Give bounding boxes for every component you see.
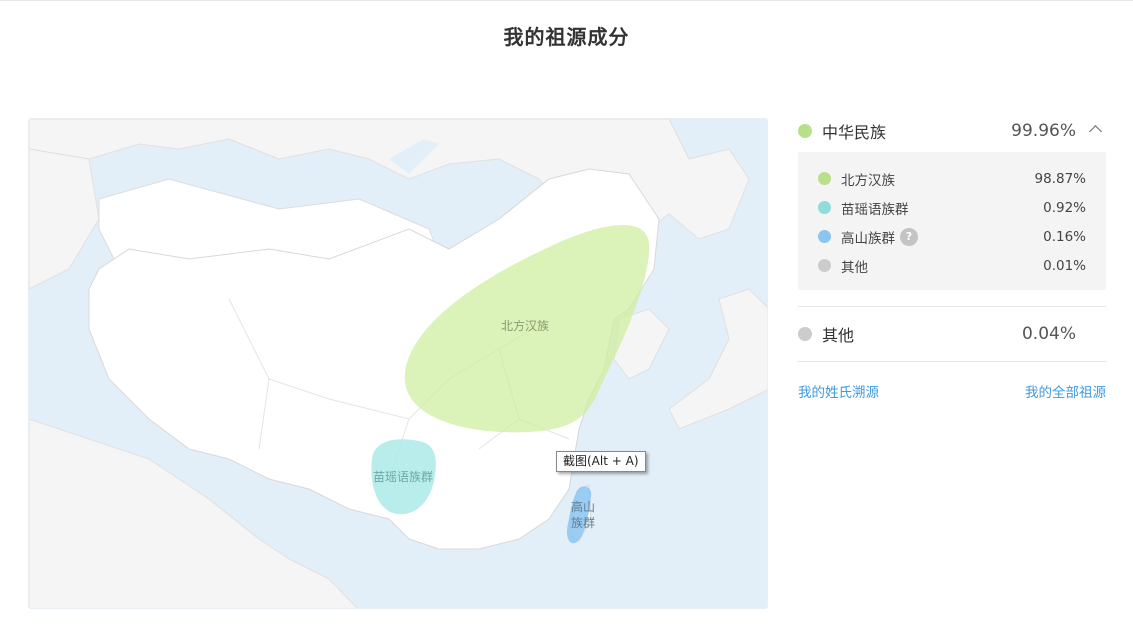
subgroup-color-dot [818,201,831,214]
subgroup-color-dot [818,172,831,185]
footer-links: 我的姓氏溯源 我的全部祖源 [798,362,1106,416]
group-color-dot [798,327,812,341]
subgroup-percent: 0.92% [1043,199,1086,216]
subgroup-name: 其他 [841,259,868,276]
list-item: 北方汉族 98.87% [818,164,1086,193]
subgroup-color-dot [818,259,831,272]
map-canvas: 北方汉族 苗瑶语族群 高山 族群 [29,119,767,608]
ancestry-panel: 中华民族 99.96% 北方汉族 98.87% 苗瑶语族群 0.92% 高山族群… [798,113,1106,416]
screenshot-tooltip: 截图(Alt + A) [556,451,646,472]
list-item: 高山族群 ? 0.16% [818,222,1086,251]
all-ancestry-link[interactable]: 我的全部祖源 [1025,381,1106,401]
region-label-gaoshan-2: 族群 [571,516,595,530]
page-title: 我的祖源成分 [503,25,630,49]
group-color-dot [798,124,812,138]
subgroup-name: 苗瑶语族群 [841,201,909,218]
list-item: 其他 0.01% [818,251,1086,280]
subgroup-percent: 0.16% [1043,228,1086,245]
region-label-gaoshan-1: 高山 [571,499,595,514]
group-percent: 99.96% [1011,121,1076,141]
group-name: 中华民族 [822,123,887,142]
chevron-up-icon[interactable] [1089,125,1102,138]
subgroup-list: 北方汉族 98.87% 苗瑶语族群 0.92% 高山族群 ? 0.16% 其他 … [798,152,1106,290]
subgroup-name: 北方汉族 [841,172,895,189]
group-percent: 0.04% [1021,324,1076,344]
group-row-chinese[interactable]: 中华民族 99.96% [798,113,1106,149]
subgroup-color-dot [818,230,831,243]
region-label-north-han: 北方汉族 [501,318,549,333]
group-name: 其他 [822,326,855,345]
ancestry-map: 北方汉族 苗瑶语族群 高山 族群 [28,118,768,609]
subgroup-percent: 0.01% [1043,257,1086,274]
group-row-other: 其他 0.04% [798,307,1106,361]
top-divider [0,0,1133,1]
subgroup-percent: 98.87% [1034,170,1086,187]
region-label-miao-yao: 苗瑶语族群 [373,470,433,484]
surname-origin-link[interactable]: 我的姓氏溯源 [798,381,879,401]
help-icon[interactable]: ? [900,227,918,246]
subgroup-name: 高山族群 [841,230,895,247]
list-item: 苗瑶语族群 0.92% [818,193,1086,222]
